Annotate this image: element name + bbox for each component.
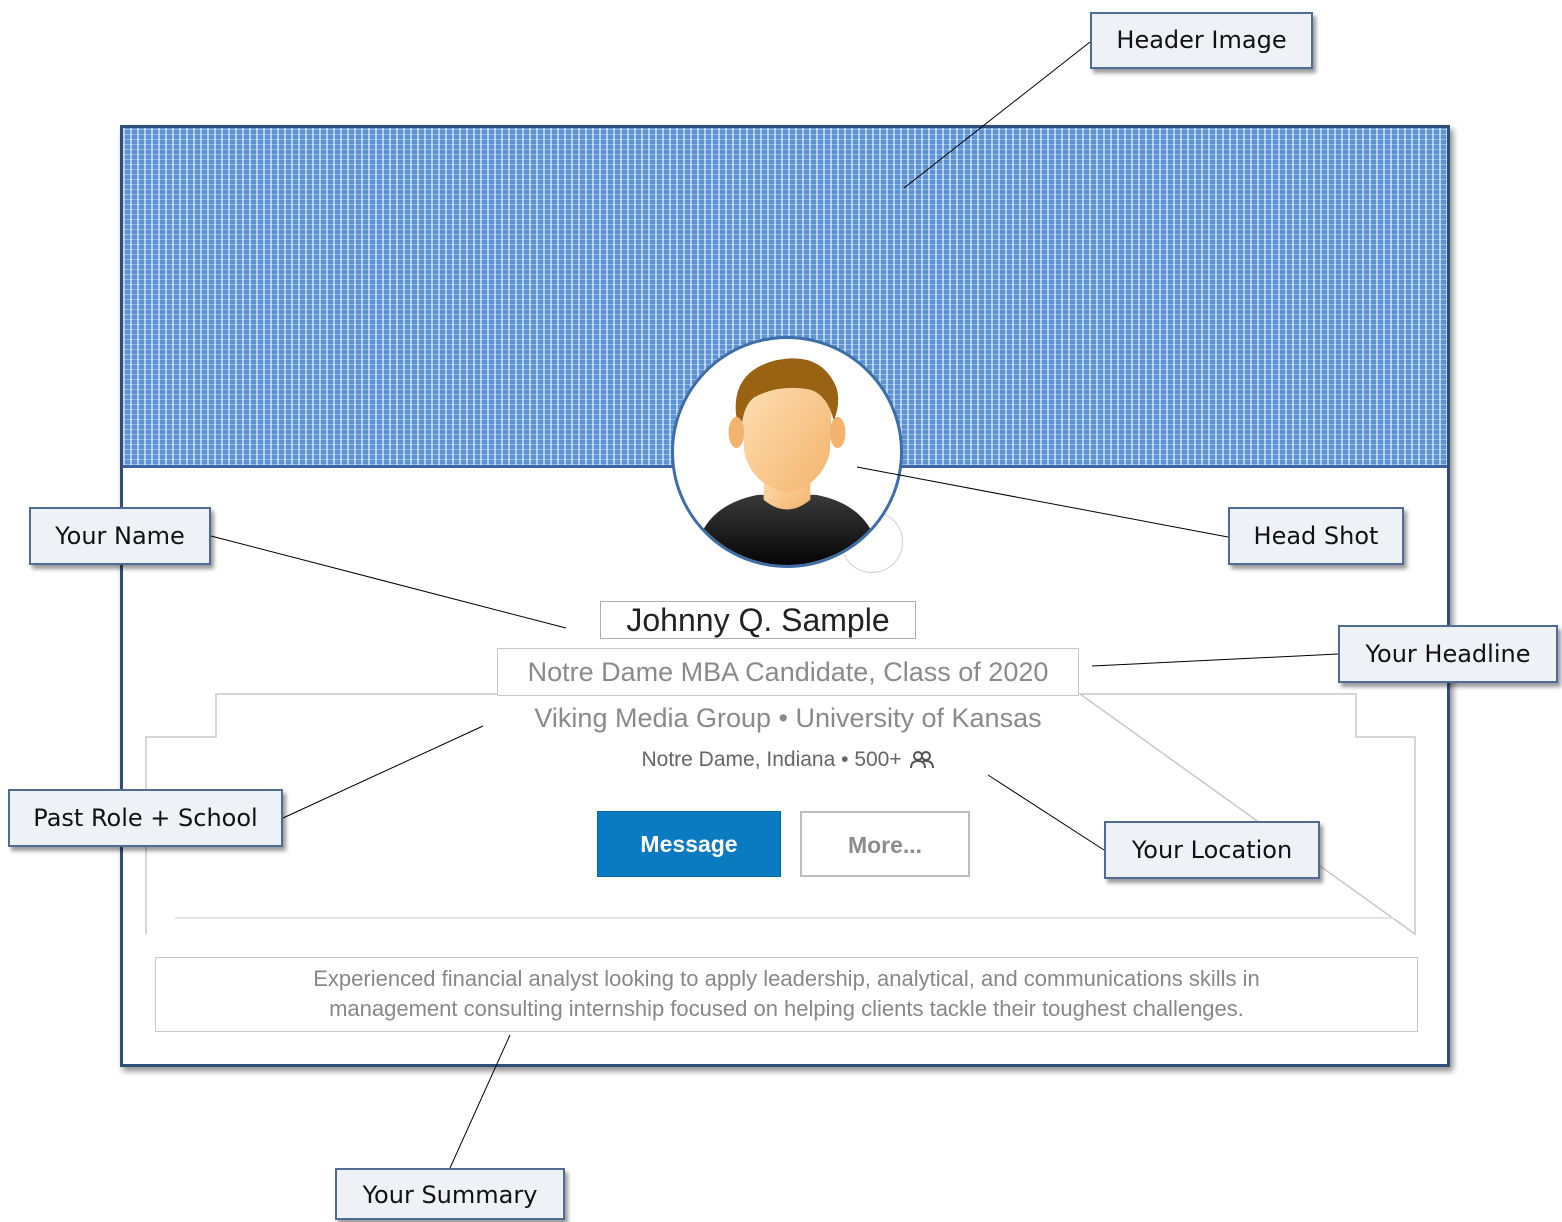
profile-headline: Notre Dame MBA Candidate, Class of 2020 — [497, 648, 1079, 696]
annotated-profile-diagram: Johnny Q. Sample Notre Dame MBA Candidat… — [0, 0, 1562, 1222]
profile-card: Johnny Q. Sample Notre Dame MBA Candidat… — [120, 125, 1450, 1067]
profile-summary: Experienced financial analyst looking to… — [155, 957, 1418, 1032]
connections-icon — [910, 751, 935, 769]
connections-count: 500+ — [854, 748, 902, 771]
callout-your-summary: Your Summary — [335, 1168, 565, 1220]
callout-your-headline: Your Headline — [1338, 625, 1558, 683]
summary-line-1: Experienced financial analyst looking to… — [313, 966, 1260, 991]
profile-name: Johnny Q. Sample — [600, 601, 916, 639]
message-button[interactable]: Message — [597, 811, 781, 877]
location-text: Notre Dame, Indiana — [641, 748, 836, 771]
more-button[interactable]: More... — [800, 811, 970, 877]
location-line: Notre Dame, Indiana • 500+ — [553, 743, 1023, 777]
callout-past-role-school: Past Role + School — [8, 789, 283, 847]
callout-your-location: Your Location — [1104, 821, 1320, 879]
divider — [175, 917, 1393, 919]
past-role-school: Viking Media Group • University of Kansa… — [534, 703, 1042, 733]
location-separator: • — [841, 748, 849, 771]
callout-header-image: Header Image — [1090, 12, 1313, 69]
callout-head-shot: Head Shot — [1228, 507, 1404, 565]
summary-line-2: management consulting internship focused… — [329, 996, 1244, 1021]
callout-your-name: Your Name — [29, 507, 211, 565]
head-shot — [671, 336, 903, 568]
avatar-icon — [693, 358, 881, 565]
